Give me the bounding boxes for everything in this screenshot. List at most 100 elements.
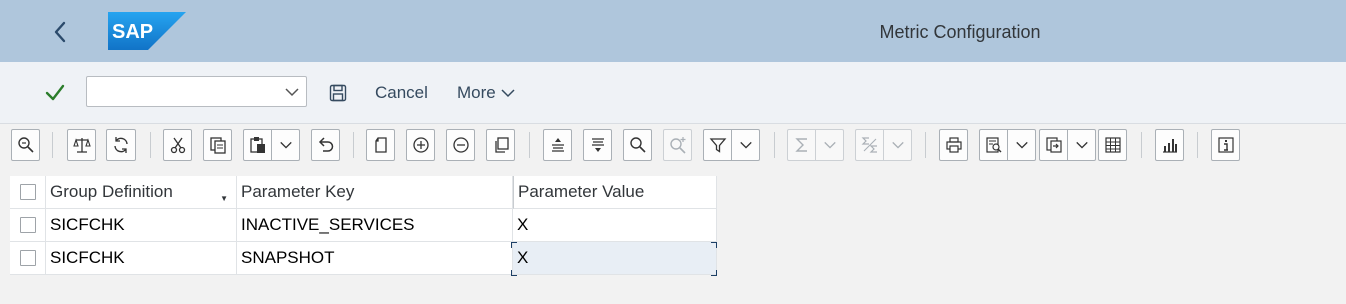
information-button[interactable] [1211,129,1240,161]
table-header-row: Group Definition ▼ Parameter Key Paramet… [10,176,717,209]
subtotal-dropdown[interactable] [884,129,912,161]
layout-button[interactable] [1098,129,1127,161]
copy-row-button[interactable] [486,129,515,161]
sum-split-button[interactable] [787,129,844,161]
sort-descending-button[interactable] [583,129,612,161]
row-select-cell[interactable] [10,209,46,242]
row-select-cell[interactable] [10,242,46,275]
cell-group-definition[interactable]: SICFCHK [46,209,237,242]
export-button[interactable] [1039,129,1068,161]
toolbar-separator [925,132,926,158]
graphic-button[interactable] [1155,129,1184,161]
export-split-button[interactable] [1039,129,1096,161]
details-button[interactable] [11,129,40,161]
cancel-button[interactable]: Cancel [375,83,428,103]
refresh-button[interactable] [106,129,136,161]
sum-dropdown[interactable] [816,129,844,161]
new-document-button[interactable] [366,129,395,161]
alv-grid: Group Definition ▼ Parameter Key Paramet… [10,176,717,276]
save-icon [329,84,347,102]
cell-parameter-key[interactable]: INACTIVE_SERVICES [237,209,513,242]
column-header-label: Parameter Value [518,182,645,201]
print-preview-icon [985,137,1001,153]
printer-icon [945,137,962,153]
table-row[interactable]: SICFCHK INACTIVE_SERVICES X [10,209,717,242]
filter-split-button[interactable] [703,129,760,161]
filter-icon [709,138,726,153]
chevron-down-icon [1015,141,1028,149]
magnifier-details-icon [17,137,34,153]
sum-button[interactable] [787,129,816,161]
select-all-checkbox[interactable] [19,184,36,200]
info-icon [1217,137,1234,153]
back-button[interactable] [46,18,74,46]
sort-descending-icon [591,138,604,152]
select-all-cell[interactable] [10,176,46,209]
chevron-down-icon [501,89,515,98]
search-plus-icon [669,137,686,154]
subtotal-button[interactable] [855,129,884,161]
save-button[interactable] [327,82,349,104]
row-checkbox[interactable] [19,217,36,233]
paste-dropdown[interactable] [272,129,300,161]
chevron-down-icon [823,141,836,149]
sort-ascending-button[interactable] [543,129,572,161]
toolbar-separator [353,132,354,158]
find-button[interactable] [623,129,652,161]
chevron-down-icon [739,141,752,149]
column-header-parameter-value[interactable]: Parameter Value [513,176,717,209]
column-header-group-definition[interactable]: Group Definition ▼ [46,176,237,209]
compare-button[interactable] [67,129,96,161]
filter-dropdown[interactable] [732,129,760,161]
enter-button[interactable] [42,80,68,106]
table-row[interactable]: SICFCHK SNAPSHOT X [10,242,717,276]
find-next-button[interactable] [663,129,692,161]
cut-button[interactable] [163,129,192,161]
copy-icon [209,137,226,154]
shell-header: SAP Metric Configuration [0,0,1346,62]
clipboard-icon [249,137,265,153]
column-header-label: Group Definition [50,182,173,201]
print-button[interactable] [939,129,968,161]
search-icon [629,137,646,153]
sigma-icon [794,138,807,152]
delete-row-button[interactable] [446,129,475,161]
copy-button[interactable] [203,129,232,161]
focus-corner [511,270,517,276]
toolbar-separator [52,132,53,158]
page-title: Metric Configuration [879,22,1041,42]
undo-icon [318,137,333,152]
cell-group-definition[interactable]: SICFCHK [46,242,237,275]
chevron-down-icon[interactable] [284,84,300,100]
chevron-left-icon [54,21,66,43]
more-label: More [457,83,496,102]
command-field[interactable] [86,76,307,107]
view-split-button[interactable] [979,129,1036,161]
row-checkbox[interactable] [19,250,36,266]
undo-button[interactable] [311,129,340,161]
sort-ascending-icon [551,138,564,152]
view-dropdown[interactable] [1008,129,1036,161]
export-icon [1045,137,1062,153]
cell-parameter-value[interactable]: X [513,209,717,242]
filter-button[interactable] [703,129,732,161]
toolbar-separator [529,132,530,158]
add-circle-icon [412,137,429,153]
subtotal-split-button[interactable] [855,129,912,161]
cell-parameter-key[interactable]: SNAPSHOT [237,242,513,275]
more-button[interactable]: More [457,83,516,103]
column-header-parameter-key[interactable]: Parameter Key [237,176,513,209]
view-button[interactable] [979,129,1008,161]
checkmark-icon [45,84,65,101]
action-bar: Cancel More [0,62,1346,124]
focus-corner [711,242,717,248]
insert-row-button[interactable] [406,129,435,161]
scissors-icon [170,137,185,154]
paste-split-button[interactable] [243,129,300,161]
bar-chart-icon [1162,139,1177,153]
sort-indicator-icon: ▼ [220,194,228,203]
cell-parameter-value-focused[interactable]: X [513,242,717,275]
export-dropdown[interactable] [1068,129,1096,161]
command-input[interactable] [93,77,273,105]
paste-button[interactable] [243,129,272,161]
